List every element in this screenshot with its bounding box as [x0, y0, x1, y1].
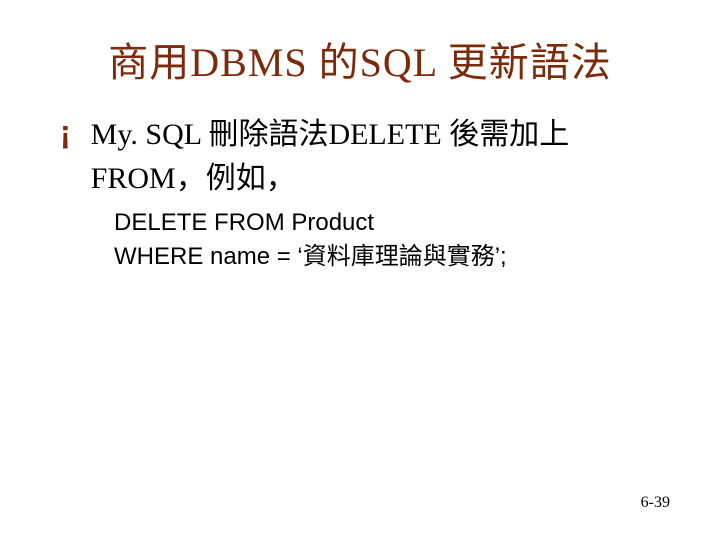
bullet-marker: ¡ [60, 113, 71, 151]
code-line-1: DELETE FROM Product [114, 206, 680, 240]
page-number: 6-39 [641, 494, 670, 512]
code-block: DELETE FROM Product WHERE name = ‘資料庫理論與… [114, 206, 680, 273]
bullet-item: ¡ My. SQL 刪除語法DELETE 後需加上FROM，例如， [60, 113, 680, 200]
body-text: My. SQL 刪除語法DELETE 後需加上FROM，例如， [91, 113, 680, 200]
slide: 商用DBMS 的SQL 更新語法 ¡ My. SQL 刪除語法DELETE 後需… [0, 0, 720, 540]
slide-title: 商用DBMS 的SQL 更新語法 [40, 30, 680, 88]
code-line-2: WHERE name = ‘資料庫理論與實務’; [114, 240, 680, 274]
